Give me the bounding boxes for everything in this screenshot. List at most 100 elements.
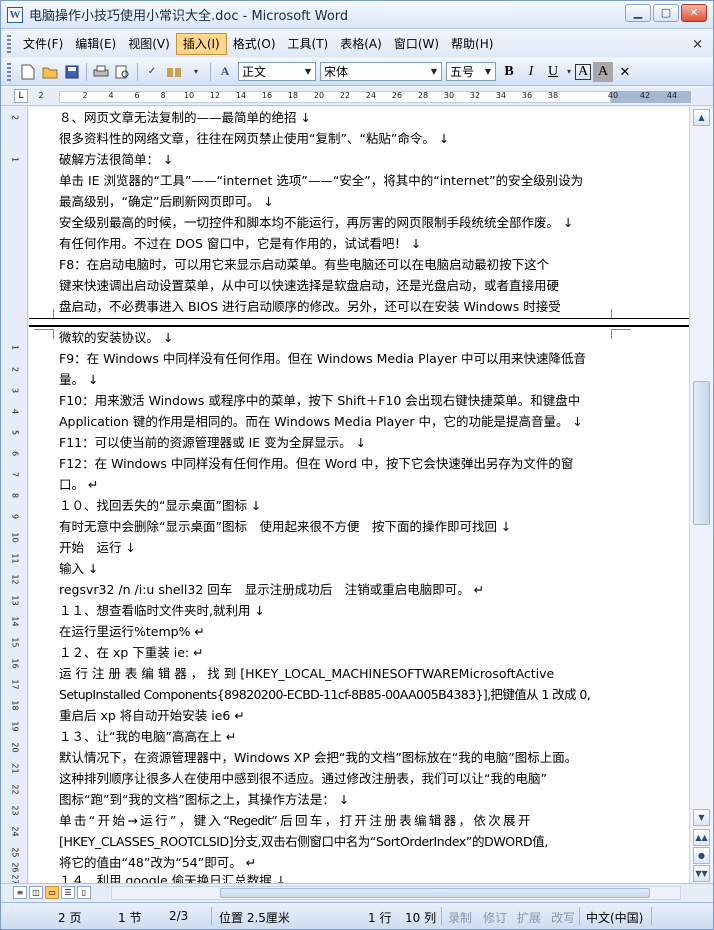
- page-corner-mark: [611, 329, 631, 339]
- horizontal-ruler[interactable]: 2 2 4 6 8 10 12 14 16 18 20 22 24 26 28 …: [1, 88, 713, 106]
- minimize-button[interactable]: ▁: [625, 4, 651, 22]
- normal-view-icon[interactable]: ≡: [13, 886, 27, 899]
- word-app-icon[interactable]: W: [7, 6, 23, 23]
- styles-formatting-icon[interactable]: A: [215, 62, 235, 82]
- menu-file[interactable]: 文件(F): [17, 33, 69, 55]
- research-icon[interactable]: [164, 62, 184, 82]
- ruler-tick: 22: [339, 91, 351, 100]
- ruler-tick: 21: [10, 763, 20, 774]
- close-document-icon[interactable]: ×: [692, 37, 703, 52]
- print-icon[interactable]: [91, 62, 111, 82]
- ruler-tick: 13: [10, 595, 20, 606]
- ruler-tick: 16: [10, 658, 20, 669]
- doc-line: 运 行 注 册 表 编 辑 器 ， 找 到 [HKEY_LOCAL_MACHIN…: [59, 666, 555, 681]
- previous-page-icon[interactable]: ▲▲: [693, 829, 710, 846]
- ruler-tick: 12: [209, 91, 221, 100]
- spelling-icon[interactable]: ✓: [142, 62, 162, 82]
- ruler-tick: 40: [607, 91, 619, 100]
- open-folder-icon[interactable]: [40, 62, 60, 82]
- font-size-select[interactable]: 五号 ▼: [446, 62, 496, 81]
- next-page-icon[interactable]: ▼▼: [693, 865, 710, 882]
- doc-line: [HKEY_CLASSES_ROOTCLSID]分支,双击右侧窗口中名为“Sor…: [59, 834, 548, 849]
- menu-help[interactable]: 帮助(H): [445, 33, 499, 55]
- ruler-tick: 17: [10, 679, 20, 690]
- new-document-icon[interactable]: [18, 62, 38, 82]
- style-select-value: 正文: [242, 65, 267, 79]
- style-select[interactable]: 正文 ▼: [238, 62, 316, 81]
- status-overtype[interactable]: 改写: [551, 909, 575, 926]
- menu-view[interactable]: 视图(V): [122, 33, 176, 55]
- ruler-tick: 34: [495, 91, 507, 100]
- menu-format[interactable]: 格式(O): [227, 33, 282, 55]
- browse-object-icon[interactable]: ●: [693, 847, 710, 864]
- menu-window[interactable]: 窗口(W): [388, 33, 445, 55]
- page-corner-mark: [34, 329, 54, 339]
- underline-options-icon[interactable]: ▾: [565, 62, 573, 82]
- horizontal-scrollbar[interactable]: [111, 886, 681, 900]
- menu-tools[interactable]: 工具(T): [282, 33, 335, 55]
- char-shading-button[interactable]: A: [593, 61, 613, 82]
- status-track-changes[interactable]: 修订: [483, 909, 507, 926]
- doc-line: F12：在 Windows 中同样没有任何作用。但在 Word 中，按下它会快速…: [59, 456, 574, 471]
- ruler-tick: 38: [547, 91, 559, 100]
- chevron-down-icon[interactable]: ▼: [428, 64, 440, 79]
- underline-button[interactable]: U: [543, 62, 563, 82]
- reading-layout-icon[interactable]: ▯: [77, 886, 91, 899]
- ruler-tick: 30: [443, 91, 455, 100]
- print-preview-icon[interactable]: [113, 62, 133, 82]
- font-scale-button[interactable]: ✕: [615, 62, 635, 82]
- doc-line: １０、找回丢失的“显示桌面”图标 ↓: [59, 498, 262, 513]
- toolbar-separator: [86, 62, 87, 81]
- title-bar: W 电脑操作小技巧使用小常识大全.doc - Microsoft Word ▁ …: [1, 1, 713, 29]
- status-position: 位置 2.5厘米: [219, 911, 290, 925]
- scroll-down-icon[interactable]: ▼: [693, 809, 710, 826]
- ruler-tick: 7: [10, 471, 20, 478]
- ruler-tick: 14: [10, 616, 20, 627]
- status-record[interactable]: 录制: [448, 909, 472, 926]
- doc-line: SetupInstalled Components{89820200-ECBD-…: [59, 687, 591, 702]
- tab-selector-icon[interactable]: L: [14, 89, 28, 103]
- vertical-scroll-thumb[interactable]: [693, 381, 710, 525]
- ruler-tick: 26: [391, 91, 403, 100]
- toolbar-grip[interactable]: [7, 62, 11, 81]
- status-language: 中文(中国): [586, 911, 644, 925]
- doc-line: 量。 ↓: [59, 372, 99, 387]
- close-button[interactable]: ✕: [681, 4, 707, 22]
- font-size-value: 五号: [450, 65, 475, 79]
- document-area[interactable]: ８、网页文章无法复制的——最简单的绝招 ↓ 很多资料性的网络文章，往往在网页禁止…: [29, 107, 689, 883]
- status-extend[interactable]: 扩展: [517, 909, 541, 926]
- chevron-down-icon[interactable]: ▼: [302, 64, 314, 79]
- menubar-grip[interactable]: [7, 35, 11, 53]
- chevron-down-icon[interactable]: ▼: [482, 64, 494, 79]
- scroll-up-icon[interactable]: ▲: [693, 109, 710, 126]
- ruler-tick: 2: [10, 114, 20, 121]
- ruler-tick: 15: [10, 637, 20, 648]
- print-layout-icon[interactable]: ▭: [45, 886, 59, 899]
- menu-edit[interactable]: 编辑(E): [69, 33, 122, 55]
- toolbar-options-icon[interactable]: ▾: [186, 62, 206, 82]
- char-border-button[interactable]: A: [575, 63, 591, 80]
- bold-button[interactable]: B: [499, 62, 519, 82]
- doc-line: 安全级别最高的时候，一切控件和脚本均不能运行，再厉害的网页限制手段统统全部作废。…: [59, 215, 574, 230]
- menu-bar: 文件(F) 编辑(E) 视图(V) 插入(I) 格式(O) 工具(T) 表格(A…: [1, 31, 713, 57]
- outline-view-icon[interactable]: ☰: [61, 886, 75, 899]
- ruler-tick: 2: [82, 91, 88, 100]
- font-select[interactable]: 宋体 ▼: [320, 62, 442, 81]
- horizontal-scroll-thumb[interactable]: [220, 888, 650, 898]
- maximize-button[interactable]: ▢: [653, 4, 679, 22]
- vertical-scrollbar[interactable]: ▲ ▼ ▲▲ ● ▼▼: [689, 107, 713, 883]
- ruler-tick: 12: [10, 574, 20, 585]
- status-section: 1 节: [118, 911, 142, 925]
- status-page-of: 2/3: [169, 909, 189, 923]
- ruler-tick: 22: [10, 784, 20, 795]
- menu-insert[interactable]: 插入(I): [175, 33, 227, 55]
- ruler-tick: 2: [38, 91, 44, 100]
- menu-table[interactable]: 表格(A): [334, 33, 388, 55]
- italic-button[interactable]: I: [521, 62, 541, 82]
- vertical-ruler[interactable]: 2 1 1 2 3 4 5 6 7 8 9 10 11 12 13 14 15 …: [1, 107, 28, 885]
- save-icon[interactable]: [62, 62, 82, 82]
- ruler-tick: 20: [10, 742, 20, 753]
- web-layout-icon[interactable]: ◫: [29, 886, 43, 899]
- ruler-tick: 10: [10, 532, 20, 543]
- ruler-tick: 23: [10, 805, 20, 816]
